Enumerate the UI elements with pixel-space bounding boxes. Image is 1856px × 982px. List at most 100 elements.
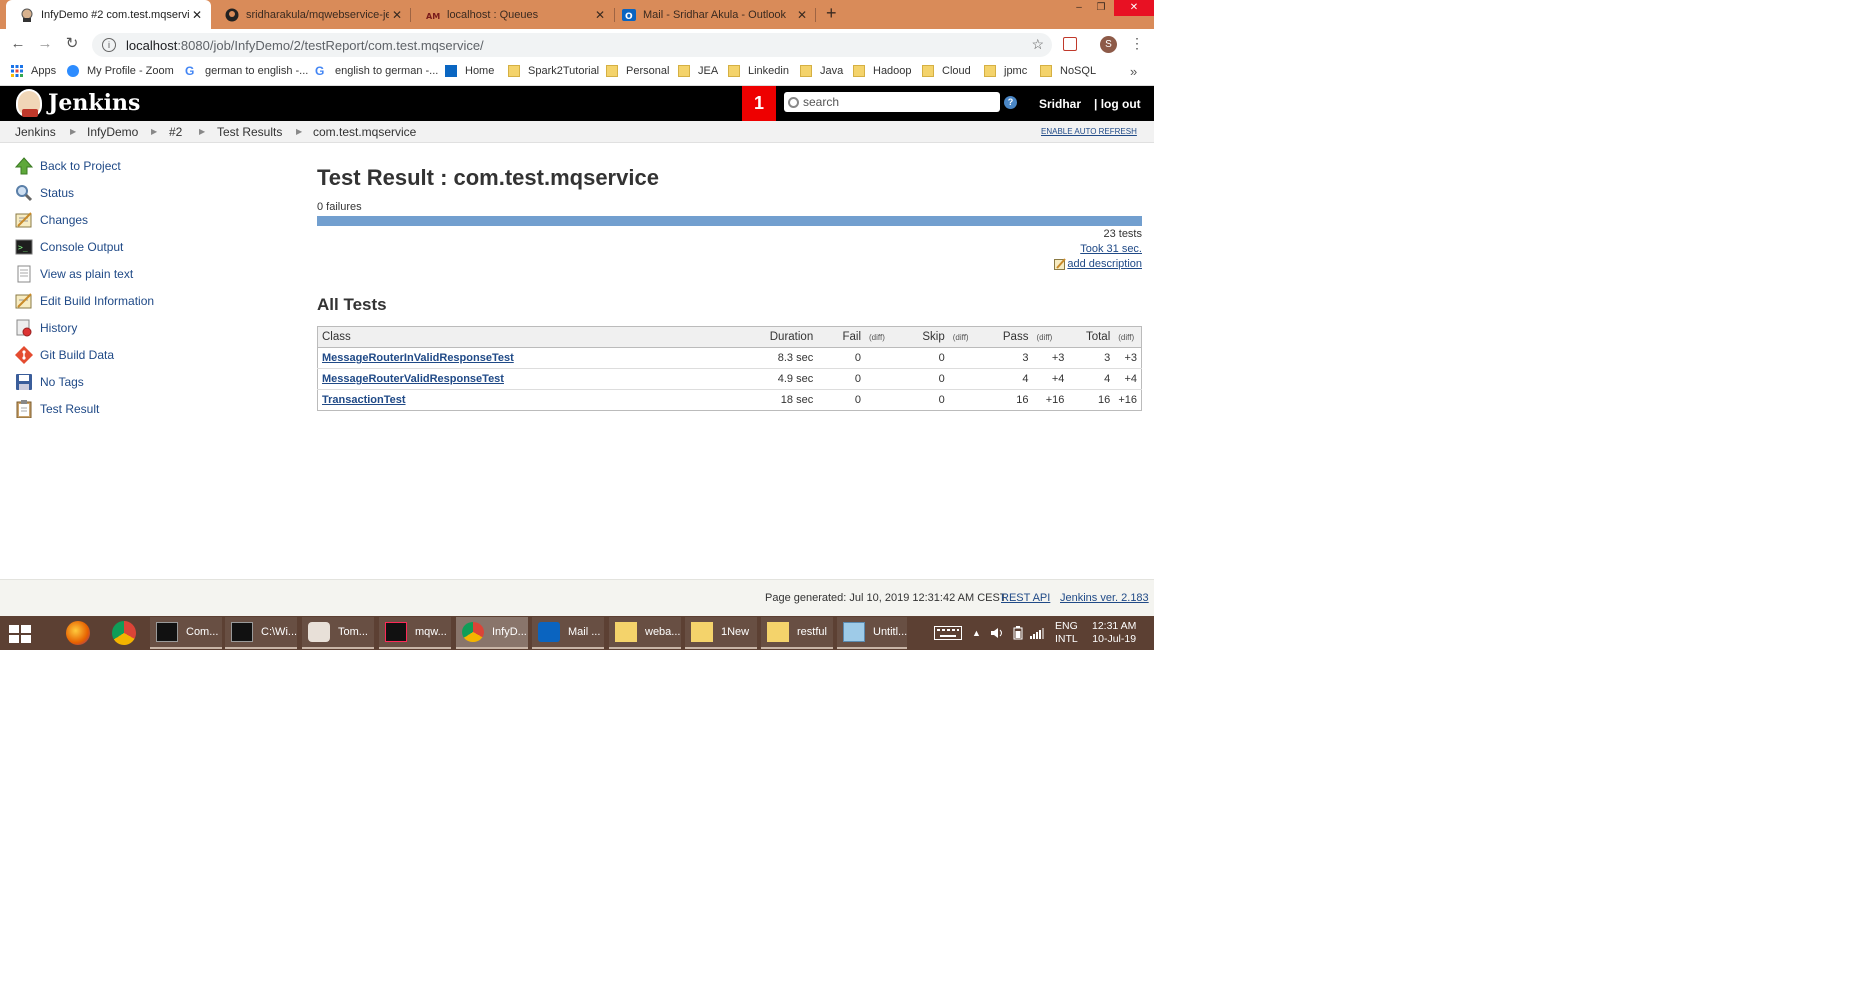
- side-item-test-result[interactable]: Test Result: [14, 400, 99, 418]
- help-icon[interactable]: ?: [1004, 96, 1017, 109]
- side-item-back-to-project[interactable]: Back to Project: [14, 157, 121, 175]
- bookmark-apps[interactable]: Apps: [11, 65, 56, 77]
- firefox-icon[interactable]: [66, 621, 90, 645]
- bookmark-folder-jpmc[interactable]: jpmc: [984, 65, 1027, 77]
- keyboard-icon[interactable]: [934, 616, 962, 650]
- profile-avatar[interactable]: S: [1100, 36, 1117, 53]
- menu-dots-icon[interactable]: ⋮: [1130, 35, 1144, 52]
- breadcrumb-build[interactable]: #2: [169, 125, 182, 139]
- side-item-edit-build-information[interactable]: Edit Build Information: [14, 292, 154, 310]
- volume-icon[interactable]: [990, 616, 1004, 650]
- side-item-label: History: [40, 321, 78, 335]
- taskbar-app-cmd-2[interactable]: C:\Wi...: [225, 617, 297, 649]
- bookmark-folder-linkedin[interactable]: Linkedin: [728, 65, 789, 77]
- extension-icon[interactable]: [1063, 37, 1077, 51]
- bookmark-zoom[interactable]: My Profile - Zoom: [67, 65, 174, 77]
- taskbar-app-intellij[interactable]: mqw...: [379, 617, 451, 649]
- restore-button[interactable]: ❐: [1088, 0, 1114, 16]
- folder-icon: [853, 65, 865, 77]
- breadcrumb-package[interactable]: com.test.mqservice: [313, 125, 416, 139]
- bookmark-folder-personal[interactable]: Personal: [606, 65, 669, 77]
- address-bar[interactable]: i localhost:8080/job/InfyDemo/2/testRepo…: [92, 33, 1052, 57]
- close-tab-icon[interactable]: ✕: [389, 8, 405, 22]
- side-item-no-tags[interactable]: No Tags: [14, 373, 84, 391]
- side-item-status[interactable]: Status: [14, 184, 74, 202]
- side-item-changes[interactable]: Changes: [14, 211, 88, 229]
- taskbar-app-cmd-1[interactable]: Com...: [150, 617, 222, 649]
- reload-icon[interactable]: ↻: [63, 35, 81, 53]
- clock[interactable]: 12:31 AM 10-Jul-19: [1092, 616, 1136, 650]
- forward-arrow-icon[interactable]: →: [36, 35, 54, 53]
- windows-start-icon[interactable]: [9, 625, 31, 643]
- side-item-git-build-data[interactable]: Git Build Data: [14, 346, 114, 364]
- column-class[interactable]: Class: [317, 326, 756, 348]
- taskbar-app-chrome[interactable]: InfyD...: [456, 617, 528, 649]
- breadcrumb-job[interactable]: InfyDemo: [87, 125, 138, 139]
- enable-auto-refresh-link[interactable]: ENABLE AUTO REFRESH: [1041, 127, 1137, 136]
- bookmarks-overflow-button[interactable]: »: [1130, 64, 1137, 79]
- taskbar-app-folder-1new[interactable]: 1New: [685, 617, 757, 649]
- logout-link[interactable]: | log out: [1094, 97, 1141, 111]
- test-class-link[interactable]: MessageRouterInValidResponseTest: [322, 352, 514, 364]
- bookmark-home[interactable]: Home: [445, 65, 494, 77]
- bookmark-folder-hadoop[interactable]: Hadoop: [853, 65, 912, 77]
- breadcrumb-test-results[interactable]: Test Results: [217, 125, 282, 139]
- side-item-console-output[interactable]: >_ Console Output: [14, 238, 123, 256]
- bookmark-folder-jea[interactable]: JEA: [678, 65, 718, 77]
- taskbar-app-folder-weba[interactable]: weba...: [609, 617, 681, 649]
- new-tab-button[interactable]: +: [826, 3, 837, 24]
- bookmark-folder-nosql[interactable]: NoSQL: [1040, 65, 1096, 77]
- bookmark-label: My Profile - Zoom: [87, 65, 174, 77]
- bookmark-folder-spark2tutorial[interactable]: Spark2Tutorial: [508, 65, 599, 77]
- tray-overflow-icon[interactable]: ▲: [972, 616, 981, 650]
- close-tab-icon[interactable]: ✕: [592, 8, 608, 22]
- column-fail[interactable]: Fail: [817, 326, 866, 348]
- jenkins-version-link[interactable]: Jenkins ver. 2.183: [1060, 592, 1149, 604]
- close-tab-icon[interactable]: ✕: [794, 8, 810, 22]
- test-class-link[interactable]: MessageRouterValidResponseTest: [322, 373, 504, 385]
- bookmark-folder-cloud[interactable]: Cloud: [922, 65, 971, 77]
- taskbar-app-tomcat[interactable]: Tom...: [302, 617, 374, 649]
- clock-date: 10-Jul-19: [1092, 633, 1137, 645]
- close-tab-icon[interactable]: ✕: [189, 8, 205, 22]
- side-item-history[interactable]: History: [14, 319, 77, 337]
- column-duration[interactable]: Duration: [755, 326, 818, 348]
- test-class-link[interactable]: TransactionTest: [322, 394, 406, 406]
- browser-tab-activemq[interactable]: AMQ localhost : Queues ✕: [412, 0, 614, 29]
- bookmark-folder-java[interactable]: Java: [800, 65, 843, 77]
- taskbar-app-folder-restful[interactable]: restful: [761, 617, 833, 649]
- column-pass[interactable]: Pass: [984, 326, 1033, 348]
- side-item-plain-text[interactable]: View as plain text: [14, 265, 133, 283]
- rest-api-link[interactable]: REST API: [1001, 592, 1050, 604]
- back-arrow-icon[interactable]: ←: [9, 35, 27, 53]
- user-link[interactable]: Sridhar: [1039, 97, 1081, 111]
- chrome-icon[interactable]: [112, 621, 136, 645]
- breadcrumb-arrow-icon[interactable]: ▶: [296, 127, 302, 136]
- language-indicator[interactable]: ENG INTL: [1055, 616, 1078, 650]
- window-close-button[interactable]: ✕: [1114, 0, 1154, 16]
- duration-link[interactable]: Took 31 sec.: [1080, 243, 1142, 255]
- browser-tab-github[interactable]: sridharakula/mqwebservice-jenkins ✕: [211, 0, 411, 29]
- browser-tab-outlook[interactable]: O Mail - Sridhar Akula - Outlook ✕: [608, 0, 816, 29]
- taskbar-app-notepad[interactable]: Untitl...: [837, 617, 907, 649]
- breadcrumb-arrow-icon[interactable]: ▶: [199, 127, 205, 136]
- column-total[interactable]: Total: [1068, 326, 1115, 348]
- breadcrumb-arrow-icon[interactable]: ▶: [151, 127, 157, 136]
- taskbar-app-outlook[interactable]: Mail ...: [532, 617, 604, 649]
- search-input[interactable]: [803, 95, 993, 109]
- network-signal-icon[interactable]: [1030, 616, 1044, 650]
- notification-badge[interactable]: 1: [742, 86, 776, 121]
- breadcrumb-arrow-icon[interactable]: ▶: [70, 127, 76, 136]
- add-description-link[interactable]: add description: [1054, 258, 1142, 270]
- header-label: (diff): [1036, 333, 1053, 342]
- bookmark-star-icon[interactable]: ☆: [1031, 36, 1044, 53]
- column-skip[interactable]: Skip: [898, 326, 949, 348]
- bookmark-english-german[interactable]: Genglish to german -...: [315, 65, 438, 77]
- folder-icon: [691, 622, 713, 642]
- breadcrumb-jenkins[interactable]: Jenkins: [15, 125, 56, 139]
- battery-icon[interactable]: [1013, 616, 1023, 650]
- jenkins-home-link[interactable]: Jenkins: [16, 89, 140, 117]
- bookmark-german-english[interactable]: Ggerman to english -...: [185, 65, 308, 77]
- site-info-icon[interactable]: i: [102, 38, 116, 52]
- browser-tab-jenkins[interactable]: InfyDemo #2 com.test.mqservice ✕: [6, 0, 211, 29]
